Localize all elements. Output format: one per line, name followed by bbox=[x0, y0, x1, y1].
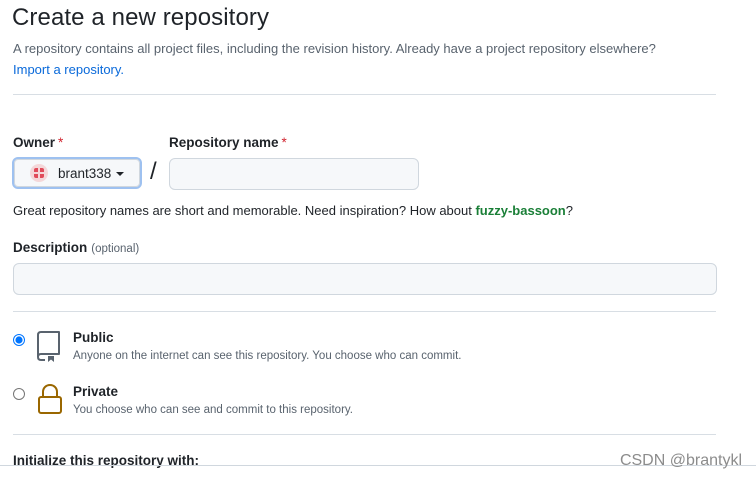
hint-text: Great repository names are short and mem… bbox=[13, 203, 476, 218]
divider bbox=[13, 94, 716, 95]
private-description: You choose who can see and commit to thi… bbox=[73, 404, 353, 416]
public-description: Anyone on the internet can see this repo… bbox=[73, 350, 462, 362]
description-label-text: Description bbox=[13, 240, 88, 255]
lock-icon bbox=[38, 383, 62, 414]
divider bbox=[13, 434, 716, 435]
owner-name: brant338 bbox=[58, 165, 112, 181]
repo-name-required-mark: * bbox=[281, 135, 287, 150]
private-title: Private bbox=[73, 384, 119, 399]
owner-required-mark: * bbox=[58, 135, 64, 150]
description-input[interactable] bbox=[13, 263, 717, 295]
subtitle-text: A repository contains all project files,… bbox=[13, 41, 656, 56]
repo-icon bbox=[37, 331, 60, 362]
page-subtitle: A repository contains all project files,… bbox=[13, 38, 733, 80]
description-label: Description (optional) bbox=[13, 240, 139, 255]
public-title: Public bbox=[73, 330, 114, 345]
hint-end: ? bbox=[565, 203, 573, 218]
owner-select-button[interactable]: brant338 bbox=[12, 157, 142, 189]
optional-tag: (optional) bbox=[91, 243, 140, 255]
owner-label-text: Owner bbox=[13, 135, 56, 150]
owner-repo-separator: / bbox=[150, 158, 157, 185]
repository-name-input[interactable] bbox=[169, 158, 419, 190]
owner-label: Owner * bbox=[13, 135, 63, 150]
public-radio[interactable] bbox=[13, 334, 25, 346]
repo-name-label-text: Repository name bbox=[169, 135, 279, 150]
chevron-down-icon bbox=[116, 172, 125, 176]
divider bbox=[13, 311, 716, 312]
suggested-name-link[interactable]: fuzzy-bassoon bbox=[475, 203, 565, 218]
private-radio[interactable] bbox=[13, 388, 25, 400]
repo-name-hint: Great repository names are short and mem… bbox=[13, 203, 573, 218]
repo-name-label: Repository name * bbox=[169, 135, 287, 150]
page-title: Create a new repository bbox=[12, 4, 270, 31]
avatar bbox=[30, 164, 48, 182]
watermark: CSDN @brantykl bbox=[619, 452, 742, 469]
import-repository-link[interactable]: Import a repository. bbox=[13, 62, 124, 77]
